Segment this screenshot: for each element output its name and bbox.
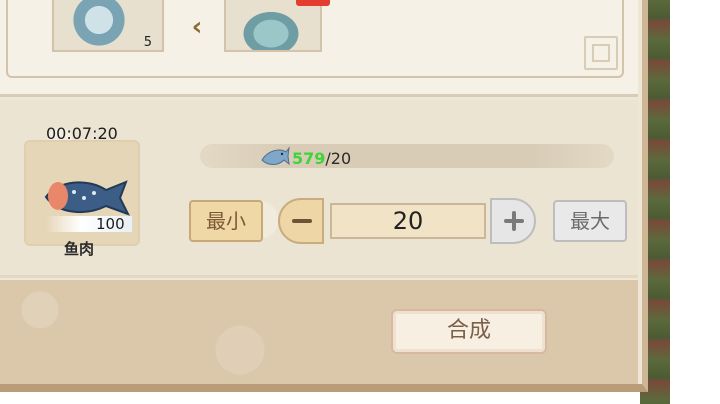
game-screen: 5 ‹ 00:07:20 100 鱼肉 579/20 最小 20 最大 合成	[0, 0, 720, 404]
max-button[interactable]: 最大	[553, 200, 627, 242]
corner-ornament-icon	[584, 36, 618, 70]
item-quantity: 100	[96, 215, 125, 233]
materials-area: 5 ‹	[0, 0, 638, 97]
material-slot-count: 5	[143, 35, 152, 50]
chevron-left-icon[interactable]: ‹	[184, 14, 210, 40]
material-slot-1[interactable]: 5	[52, 0, 164, 52]
increase-button[interactable]	[490, 198, 536, 244]
crab-icon	[236, 6, 306, 50]
requirement-text: 579/20	[292, 149, 351, 168]
synthesize-button[interactable]: 合成	[391, 309, 547, 354]
notification-badge	[296, 0, 330, 6]
requirement-need: /20	[325, 149, 352, 168]
decrease-button[interactable]	[278, 198, 324, 244]
character-icon	[64, 0, 134, 50]
screen-edge	[670, 0, 720, 404]
material-slot-2[interactable]	[224, 0, 322, 52]
fish-icon	[261, 146, 290, 166]
min-button[interactable]: 最小	[189, 200, 263, 242]
fish-meat-icon	[44, 180, 130, 216]
quantity-field[interactable]: 20	[330, 203, 486, 239]
item-name: 鱼肉	[64, 240, 95, 258]
requirement-have: 579	[292, 149, 326, 168]
crafting-panel: 5 ‹ 00:07:20 100 鱼肉 579/20 最小 20 最大 合成	[0, 0, 648, 392]
